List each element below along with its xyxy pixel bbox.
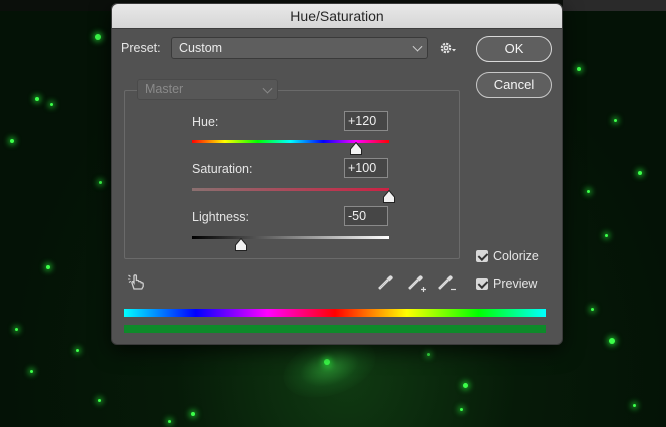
adjustment-group [124,90,460,259]
cancel-button[interactable]: Cancel [476,72,552,98]
star [30,370,33,373]
source-color-bar [124,309,546,317]
ok-button[interactable]: OK [476,36,552,62]
star [50,103,53,106]
hue-label: Hue: [192,115,219,129]
preset-value: Custom [179,41,223,55]
star [99,181,102,184]
preset-dropdown[interactable]: Custom [171,37,428,59]
star [191,412,195,416]
hue-value-field[interactable]: +120 [344,111,388,131]
lightness-slider-thumb[interactable] [235,238,248,251]
star [168,420,171,423]
channel-dropdown: Master [137,79,278,100]
star [15,328,18,331]
star [591,308,594,311]
lightness-label: Lightness: [192,210,249,224]
star [95,34,101,40]
dialog-title: Hue/Saturation [112,4,562,29]
star [633,404,636,407]
star [463,383,468,388]
channel-value: Master [145,82,184,96]
hue-saturation-dialog: Hue/Saturation Preset: Custom OK Cancel … [111,3,563,345]
lightness-slider-track[interactable] [192,236,389,239]
eyedropper-plus-icon[interactable] [406,272,428,294]
star [587,190,590,193]
preview-label: Preview [493,277,538,291]
hue-slider-thumb[interactable] [350,142,363,155]
result-color-bar [124,325,546,333]
saturation-label: Saturation: [192,162,253,176]
star [35,97,39,101]
lightness-value-field[interactable]: -50 [344,206,388,226]
hand-pointer-icon[interactable] [127,272,147,292]
chevron-down-icon [262,83,273,94]
saturation-slider-thumb[interactable] [383,190,395,203]
star [460,408,463,411]
preset-label: Preset: [121,41,161,55]
star [577,67,581,71]
star [638,171,642,175]
gear-icon[interactable] [439,40,457,56]
eyedropper-icon[interactable] [376,272,396,292]
star [46,265,50,269]
star [614,119,617,122]
star [605,234,608,237]
saturation-slider-track[interactable] [192,188,389,191]
chevron-down-icon [412,41,423,52]
colorize-checkbox[interactable] [476,250,488,262]
app-top-bar-panel [563,0,666,11]
saturation-value-field[interactable]: +100 [344,158,388,178]
colorize-label: Colorize [493,249,539,263]
eyedropper-minus-icon[interactable] [436,272,458,294]
star [324,359,330,365]
preview-checkbox[interactable] [476,278,488,290]
star [98,399,101,402]
star [10,139,14,143]
star [427,353,430,356]
star [76,349,79,352]
star [609,338,615,344]
